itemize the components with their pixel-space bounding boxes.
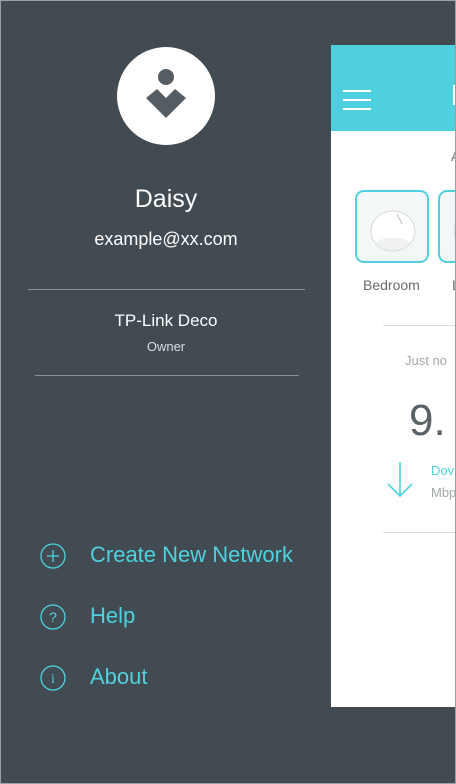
menu-icon[interactable]: [343, 90, 371, 110]
user-icon: [146, 69, 186, 118]
download-arrow-icon: [387, 462, 413, 498]
svg-text:?: ?: [49, 609, 57, 625]
divider: [383, 325, 455, 326]
about-button[interactable]: i About: [39, 660, 319, 700]
divider: [35, 375, 299, 376]
main-panel-preview[interactable]: A Bedroom L Just no 9. Dov Mbp: [331, 45, 455, 707]
device-card-bedroom[interactable]: [355, 190, 429, 263]
menu-item-label: About: [90, 664, 148, 689]
device-label: Bedroom: [363, 277, 420, 293]
plus-circle-icon: [40, 543, 66, 569]
deco-device-icon: [370, 210, 416, 252]
speed-unit: Mbp: [431, 485, 455, 500]
user-email: example@xx.com: [94, 229, 238, 249]
speed-value: 9.: [409, 396, 446, 445]
info-circle-icon: i: [40, 665, 66, 691]
device-card-2[interactable]: [438, 190, 455, 263]
network-role: Owner: [146, 339, 186, 354]
network-item[interactable]: TP-Link Deco Owner: [1, 290, 331, 375]
network-name: TP-Link Deco: [114, 311, 218, 330]
help-button[interactable]: ? Help: [39, 599, 319, 639]
device-label: L: [452, 277, 455, 293]
svg-text:i: i: [51, 672, 55, 687]
navigation-drawer: Daisy example@xx.com TP-Link Deco Owner …: [1, 1, 331, 783]
question-circle-icon: ?: [40, 604, 66, 630]
divider: [383, 532, 455, 533]
menu-item-label: Help: [90, 603, 136, 628]
download-label: Dov: [431, 463, 455, 478]
deco-device-icon: [453, 223, 455, 239]
avatar[interactable]: [117, 47, 215, 145]
header-title-fragment: [453, 85, 455, 105]
create-new-network-button[interactable]: Create New Network: [39, 538, 319, 578]
section-title: A: [451, 149, 455, 164]
menu-item-label: Create New Network: [90, 542, 293, 567]
status-time: Just no: [405, 353, 447, 368]
user-name: Daisy: [134, 185, 198, 213]
app-frame: Daisy example@xx.com TP-Link Deco Owner …: [0, 0, 456, 784]
app-header: [331, 45, 455, 131]
